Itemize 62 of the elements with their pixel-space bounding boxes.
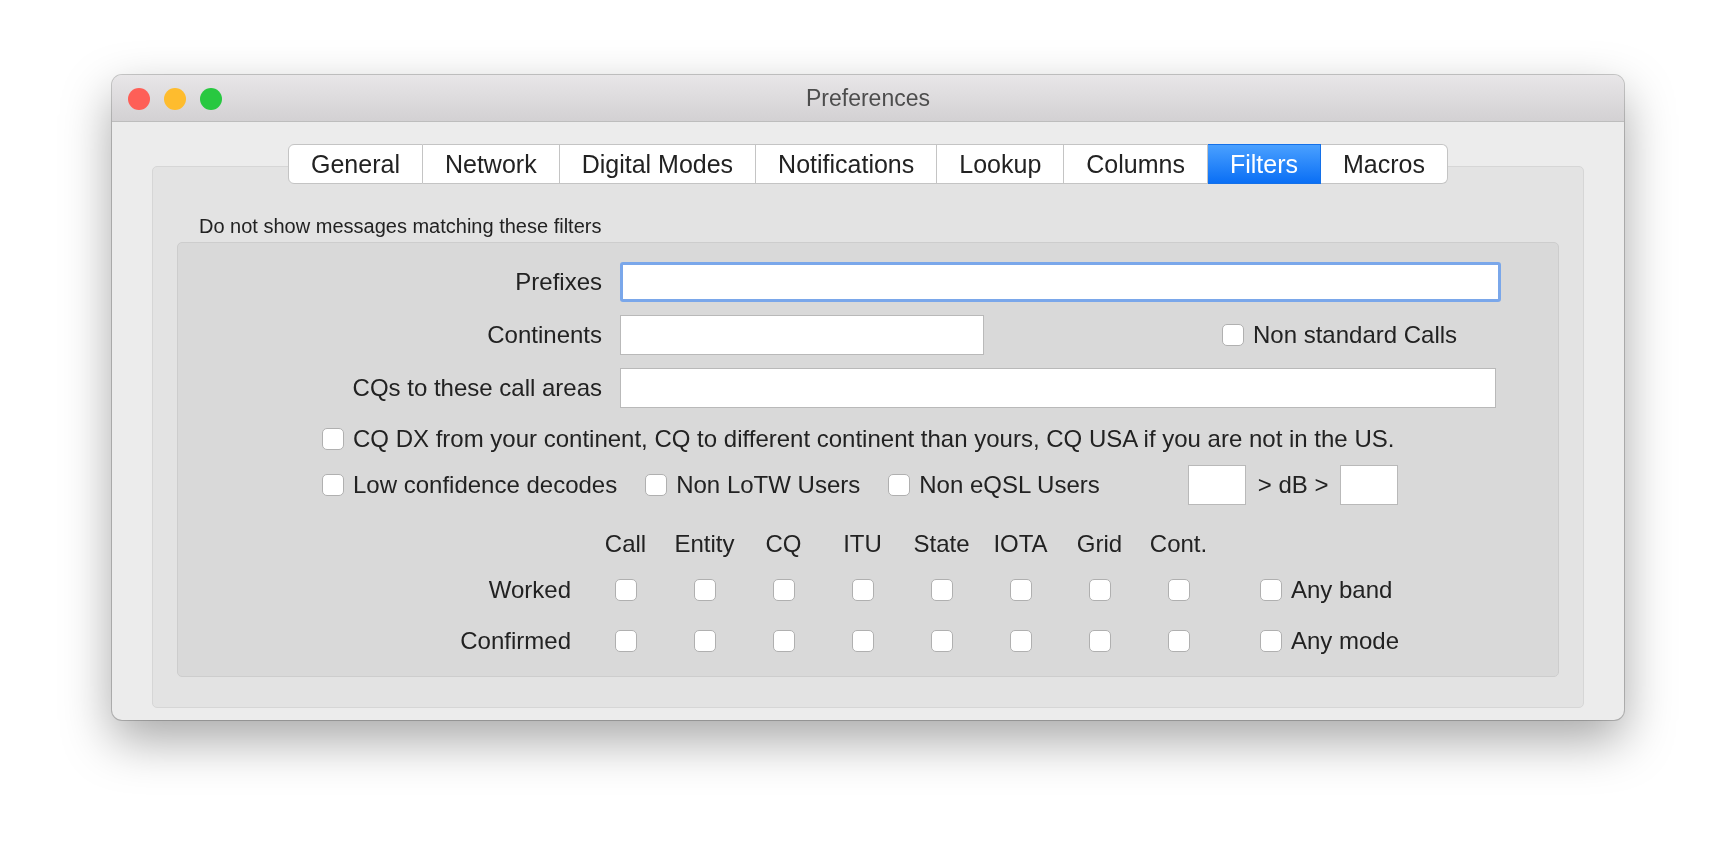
tab[interactable]: Filters — [1207, 144, 1321, 184]
tab[interactable]: Macros — [1321, 144, 1448, 184]
checkbox-label: Non standard Calls — [1253, 320, 1458, 349]
column-header: CQ — [765, 530, 802, 558]
column-header: Grid — [1076, 530, 1123, 558]
checkbox[interactable] — [1088, 629, 1111, 652]
tab[interactable]: Digital Modes — [559, 144, 757, 184]
checkbox[interactable] — [645, 474, 668, 496]
text-field[interactable] — [620, 314, 984, 355]
checkbox[interactable] — [1009, 578, 1032, 601]
field-label: Continents — [486, 320, 603, 349]
text-field[interactable] — [1340, 465, 1399, 505]
tab[interactable]: Columns — [1064, 144, 1208, 184]
checkbox[interactable] — [772, 629, 795, 652]
checkbox[interactable] — [322, 474, 344, 496]
window-control-icon[interactable] — [128, 88, 150, 110]
checkbox[interactable] — [1009, 629, 1032, 652]
field-label: > dB > — [1257, 471, 1329, 499]
checkbox[interactable] — [693, 578, 716, 601]
checkbox-label: Any band — [1291, 575, 1393, 604]
checkbox[interactable] — [614, 629, 637, 652]
checkbox[interactable] — [851, 578, 874, 601]
window-control-icon[interactable] — [164, 88, 186, 110]
column-header: Call — [604, 530, 647, 558]
tab[interactable]: Lookup — [937, 144, 1065, 184]
window-title: Preferences — [806, 84, 930, 112]
field-label: Prefixes — [514, 267, 603, 296]
tab[interactable]: Notifications — [756, 144, 938, 184]
checkbox[interactable] — [693, 629, 716, 652]
section-heading: Do not show messages matching these filters — [199, 215, 603, 238]
checkbox[interactable] — [1088, 578, 1111, 601]
column-header: State — [913, 530, 970, 558]
checkbox[interactable] — [851, 629, 874, 652]
column-header: ITU — [843, 530, 882, 558]
row-label: Confirmed — [459, 626, 572, 655]
checkbox[interactable] — [614, 578, 637, 601]
checkbox[interactable] — [1222, 323, 1244, 346]
checkbox[interactable] — [1167, 629, 1190, 652]
checkbox-label: Non LoTW Users — [676, 471, 861, 499]
column-header: Cont. — [1149, 530, 1208, 558]
checkbox[interactable] — [772, 578, 795, 601]
checkbox[interactable] — [930, 578, 953, 601]
tab[interactable]: Network — [422, 144, 560, 184]
checkbox[interactable] — [1260, 578, 1282, 601]
checkbox[interactable] — [930, 629, 953, 652]
checkbox[interactable] — [1260, 629, 1282, 652]
text-field[interactable] — [1187, 465, 1246, 505]
checkbox[interactable] — [1167, 578, 1190, 601]
checkbox[interactable] — [322, 428, 344, 450]
column-header: Entity — [674, 530, 735, 558]
window-control-icon[interactable] — [200, 88, 222, 110]
checkbox-label: Any mode — [1291, 626, 1400, 655]
checkbox-label: Low confidence decodes — [353, 471, 618, 499]
column-header: IOTA — [993, 530, 1048, 558]
checkbox-label: CQ DX from your continent, CQ to different continent than yours, CQ USA if you are not in the US. — [353, 425, 1395, 453]
checkbox-label: Non eQSL Users — [919, 471, 1100, 499]
text-field[interactable] — [620, 367, 1496, 408]
tab[interactable]: General — [288, 144, 423, 184]
text-field[interactable] — [620, 261, 1501, 302]
row-label: Worked — [487, 575, 572, 604]
field-label: CQs to these call areas — [351, 373, 603, 402]
checkbox[interactable] — [888, 474, 911, 496]
